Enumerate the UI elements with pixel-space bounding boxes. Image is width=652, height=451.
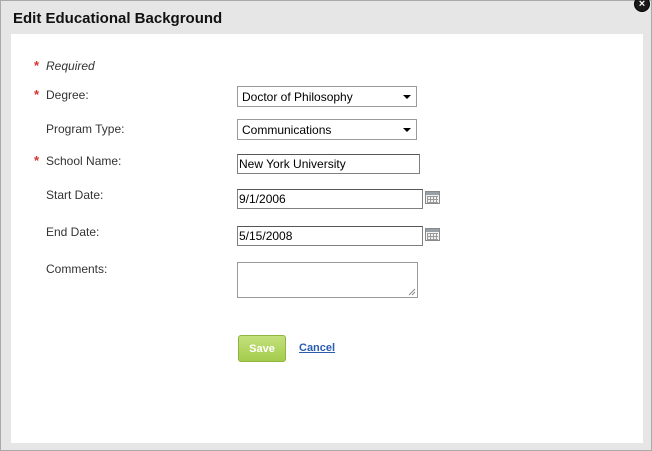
dialog-title: Edit Educational Background xyxy=(13,10,223,27)
required-asterisk: * xyxy=(34,58,40,73)
required-asterisk: * xyxy=(34,87,40,102)
end-date-input[interactable]: 5/15/2008 xyxy=(237,226,423,246)
chevron-down-icon xyxy=(403,128,411,132)
chevron-down-icon xyxy=(403,95,411,99)
calendar-icon[interactable] xyxy=(425,191,440,204)
cancel-link[interactable]: Cancel xyxy=(299,342,335,354)
start-date-label: Start Date: xyxy=(46,188,104,202)
required-asterisk: * xyxy=(34,153,40,168)
comments-label: Comments: xyxy=(46,262,108,276)
program-type-label: Program Type: xyxy=(46,122,125,136)
school-name-label: School Name: xyxy=(46,154,122,168)
dialog-title-bar: Edit Educational Background xyxy=(1,1,651,34)
school-name-input[interactable]: New York University xyxy=(237,154,420,174)
degree-label: Degree: xyxy=(46,88,89,102)
calendar-icon[interactable] xyxy=(425,228,440,241)
program-type-select[interactable]: Communications xyxy=(237,119,417,140)
required-note: Required xyxy=(46,59,95,73)
degree-select[interactable]: Doctor of Philosophy xyxy=(237,86,417,107)
save-button[interactable]: Save xyxy=(238,335,286,362)
edit-education-dialog: Edit Educational Background × * Required… xyxy=(0,0,652,451)
start-date-input[interactable]: 9/1/2006 xyxy=(237,189,423,209)
degree-value: Doctor of Philosophy xyxy=(242,90,353,104)
end-date-label: End Date: xyxy=(46,225,100,239)
comments-textarea[interactable] xyxy=(237,262,418,298)
resize-grip-icon[interactable] xyxy=(408,288,416,296)
program-type-value: Communications xyxy=(242,123,332,137)
